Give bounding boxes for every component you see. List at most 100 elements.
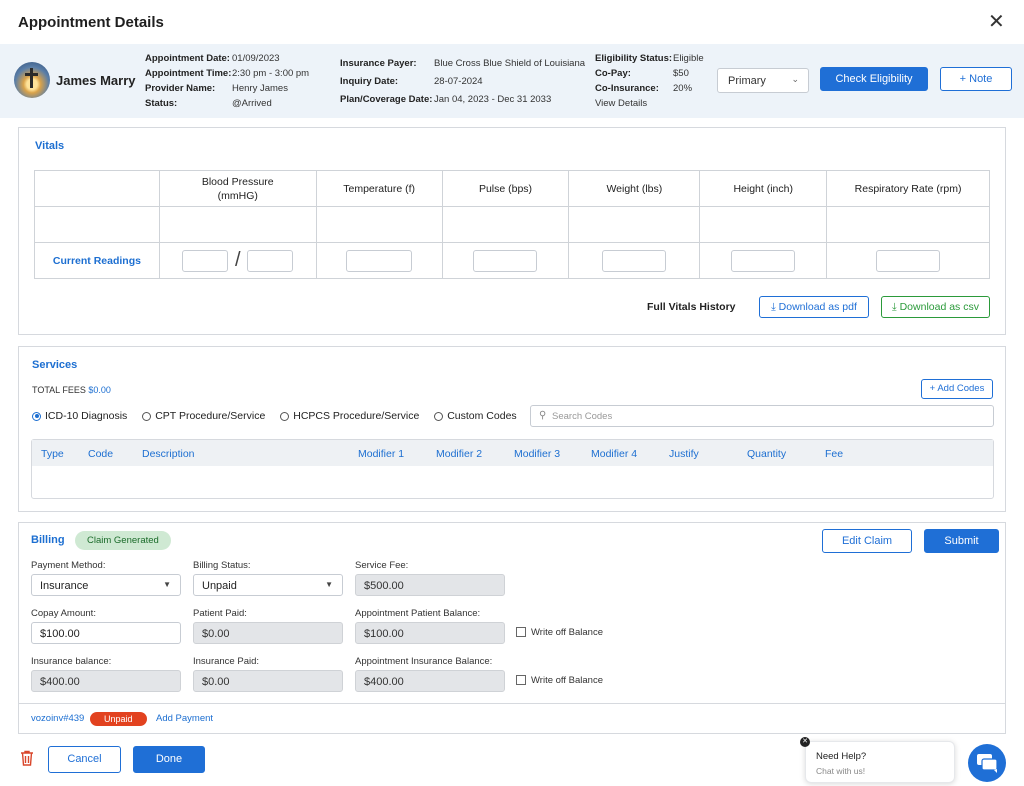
col-quantity: Quantity [747, 448, 787, 460]
payment-method-value: Insurance [40, 580, 89, 592]
payment-method-label: Payment Method: [31, 560, 106, 571]
claim-status-badge: Claim Generated [75, 531, 171, 550]
download-csv-button[interactable]: ⤓ Download as csv [881, 296, 990, 318]
caret-down-icon: ▼ [163, 580, 171, 589]
current-readings-label: Current Readings [34, 242, 160, 279]
check-eligibility-button[interactable]: Check Eligibility [820, 67, 928, 91]
respiratory-rate-input[interactable] [876, 249, 941, 272]
close-icon[interactable]: ✕ [988, 12, 1005, 32]
radio-custom-codes[interactable]: Custom Codes [434, 410, 517, 422]
respiratory-rate-cell [826, 242, 990, 279]
col-modifier-4: Modifier 4 [591, 448, 638, 460]
cancel-button[interactable]: Cancel [48, 746, 121, 773]
submit-button[interactable]: Submit [924, 529, 999, 553]
help-subtitle: Chat with us! [816, 766, 866, 776]
add-codes-button[interactable]: + Add Codes [921, 379, 993, 399]
close-help-icon[interactable]: ✕ [800, 737, 810, 747]
eligibility-status-value: Eligible [673, 53, 704, 64]
write-off-patient-balance-checkbox[interactable]: Write off Balance [516, 627, 603, 638]
trash-icon[interactable] [20, 750, 36, 768]
systolic-input[interactable] [182, 249, 229, 272]
blood-pressure-cell: / [158, 242, 317, 279]
provider-name-label: Provider Name: [145, 83, 216, 94]
insurance-payer-label: Insurance Payer: [340, 58, 417, 69]
download-csv-label: Download as csv [899, 301, 979, 313]
coinsurance-value: 20% [673, 83, 693, 94]
vitals-col-pulse: Pulse (bps) [441, 170, 570, 207]
appointment-time-value: 2:30 pm - 3:00 pm [232, 68, 310, 79]
billing-status-select[interactable]: Unpaid ▼ [193, 574, 343, 596]
insurance-paid-label: Insurance Paid: [193, 656, 260, 667]
edit-claim-button[interactable]: Edit Claim [822, 529, 912, 553]
col-justify: Justify [669, 448, 699, 460]
chat-launcher-button[interactable] [968, 744, 1006, 782]
temperature-input[interactable] [346, 249, 413, 272]
pulse-input[interactable] [473, 249, 538, 272]
height-input[interactable] [731, 249, 796, 272]
checkbox-icon [516, 675, 526, 686]
download-pdf-label: Download as pdf [778, 301, 857, 313]
appointment-insurance-balance-field: $400.00 [355, 670, 505, 692]
appointment-date-value: 01/09/2023 [232, 53, 280, 64]
add-payment-link[interactable]: Add Payment [156, 713, 213, 724]
radio-cpt[interactable]: CPT Procedure/Service [142, 410, 265, 422]
vitals-empty-cell [315, 206, 443, 243]
add-note-button[interactable]: + Note [940, 67, 1012, 91]
done-button[interactable]: Done [133, 746, 205, 773]
vitals-empty-cell [568, 206, 701, 243]
col-type: Type [41, 448, 64, 460]
vitals-empty-cell [699, 206, 828, 243]
radio-icd10[interactable]: ICD-10 Diagnosis [32, 410, 127, 422]
diastolic-input[interactable] [247, 249, 294, 272]
download-pdf-button[interactable]: ⤓ Download as pdf [759, 296, 869, 318]
invoice-link[interactable]: vozoinv#439 [31, 713, 84, 724]
col-description: Description [142, 448, 195, 460]
temperature-cell [315, 242, 443, 279]
plan-select-value: Primary [728, 75, 766, 87]
insurance-balance-field: $400.00 [31, 670, 181, 692]
appointment-insurance-balance-label: Appointment Insurance Balance: [355, 656, 493, 667]
patient-name: James Marry [56, 73, 136, 88]
appointment-patient-balance-field: $100.00 [355, 622, 505, 644]
radio-custom-codes-label: Custom Codes [447, 410, 517, 422]
col-modifier-2: Modifier 2 [436, 448, 483, 460]
help-popup[interactable]: Need Help? Chat with us! [805, 741, 955, 783]
radio-hcpcs[interactable]: HCPCS Procedure/Service [280, 410, 419, 422]
write-off-insurance-balance-label: Write off Balance [531, 675, 603, 686]
total-fees-value: $0.00 [88, 385, 111, 395]
weight-input[interactable] [602, 249, 667, 272]
appointment-patient-balance-label: Appointment Patient Balance: [355, 608, 481, 619]
help-title: Need Help? [816, 751, 867, 762]
total-fees: TOTAL FEES $0.00 [32, 385, 111, 395]
radio-hcpcs-label: HCPCS Procedure/Service [293, 410, 420, 422]
payment-method-select[interactable]: Insurance ▼ [31, 574, 181, 596]
status-label: Status: [145, 98, 178, 109]
pulse-cell [441, 242, 570, 279]
status-value: @Arrived [232, 98, 272, 109]
write-off-insurance-balance-checkbox[interactable]: Write off Balance [516, 675, 603, 686]
vitals-empty-cell [158, 206, 317, 243]
radio-selected-icon [32, 411, 41, 421]
view-details-link[interactable]: View Details [595, 98, 647, 109]
search-codes-input[interactable]: ⚲ Search Codes [530, 405, 994, 427]
provider-name-value: Henry James [232, 83, 288, 94]
search-codes-placeholder: Search Codes [552, 411, 613, 422]
checkbox-icon [516, 627, 526, 638]
copay-amount-input[interactable]: $100.00 [31, 622, 181, 644]
chevron-down-icon: ⌄ [791, 74, 799, 84]
vitals-col-temperature: Temperature (f) [315, 170, 443, 207]
vitals-col-weight: Weight (lbs) [568, 170, 701, 207]
col-modifier-3: Modifier 3 [514, 448, 561, 460]
plan-select[interactable]: Primary ⌄ [717, 68, 809, 93]
eligibility-status-label: Eligibility Status: [595, 53, 673, 64]
search-icon: ⚲ [539, 410, 547, 421]
chat-icon [977, 754, 998, 773]
weight-cell [568, 242, 701, 279]
vitals-empty-cell [34, 206, 160, 243]
vitals-table: Blood Pressure (mmHG) Temperature (f) Pu… [34, 170, 990, 279]
copay-amount-label: Copay Amount: [31, 608, 96, 619]
copay-label: Co-Pay: [595, 68, 631, 79]
invoice-status-badge: Unpaid [90, 712, 147, 726]
insurance-paid-field: $0.00 [193, 670, 343, 692]
caret-down-icon: ▼ [325, 580, 333, 589]
